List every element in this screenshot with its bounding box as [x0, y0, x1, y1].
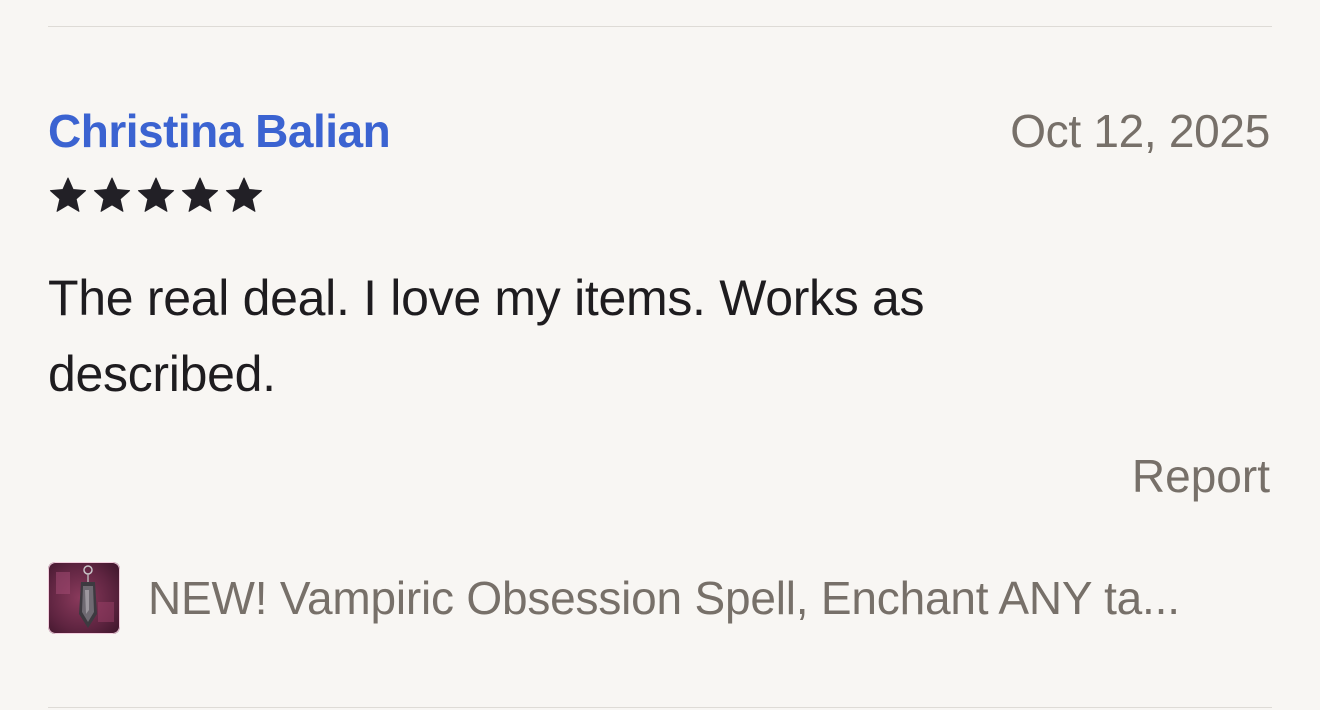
star-rating — [48, 175, 264, 215]
bottom-divider — [48, 707, 1272, 708]
item-title: NEW! Vampiric Obsession Spell, Enchant A… — [148, 572, 1180, 624]
star-icon — [181, 177, 219, 212]
star-icon — [49, 177, 87, 212]
product-thumbnail[interactable] — [48, 562, 120, 634]
review-date: Oct 12, 2025 — [1010, 105, 1270, 157]
star-icon — [137, 177, 175, 212]
star-icon — [225, 177, 263, 212]
review-card: Christina Balian Oct 12, 2025 The real d… — [0, 0, 1320, 710]
top-divider — [48, 26, 1272, 27]
star-icon — [93, 177, 131, 212]
reviewer-name-link[interactable]: Christina Balian — [48, 103, 391, 159]
report-link[interactable]: Report — [1132, 448, 1270, 504]
review-text: The real deal. I love my items. Works as… — [48, 270, 925, 402]
purchased-item-link[interactable]: NEW! Vampiric Obsession Spell, Enchant A… — [48, 562, 1180, 634]
